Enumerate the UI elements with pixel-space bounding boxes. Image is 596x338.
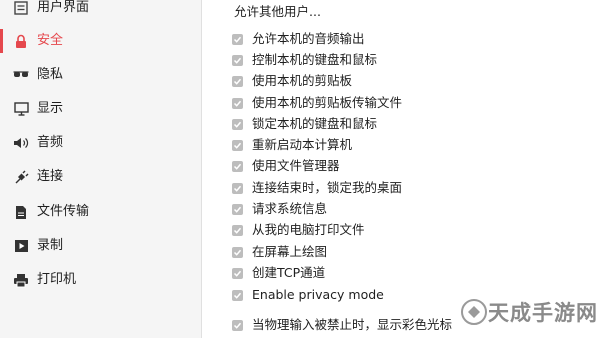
printer-icon <box>13 272 29 288</box>
permission-label: 创建TCP通道 <box>252 265 326 280</box>
sidebar-item-recording[interactable]: 录制 <box>0 231 201 261</box>
permission-label: 允许本机的音频输出 <box>252 31 365 46</box>
sidebar-item-label: 连接 <box>37 169 64 184</box>
sidebar-item-printer[interactable]: 打印机 <box>0 265 201 295</box>
sidebar: 用户界面 安全 隐私 显示 音频 连接 文件传输 录制 打印机 <box>0 0 202 338</box>
checkbox-checked-icon[interactable] <box>232 97 243 109</box>
monitor-icon <box>13 101 29 117</box>
glasses-icon <box>13 67 29 83</box>
sidebar-item-file-transfer[interactable]: 文件传输 <box>0 197 201 227</box>
sidebar-item-privacy[interactable]: 隐私 <box>0 60 201 90</box>
permission-checkbox[interactable]: 锁定本机的键盘和鼠标 <box>232 114 532 134</box>
checkbox-checked-icon[interactable] <box>232 54 243 66</box>
sidebar-item-label: 音频 <box>37 135 64 150</box>
permission-checkbox[interactable]: 从我的电脑打印文件 <box>232 220 532 240</box>
permission-checkbox[interactable]: 连接结束时，锁定我的桌面 <box>232 178 532 198</box>
sidebar-item-label: 打印机 <box>37 272 77 287</box>
permission-label: 锁定本机的键盘和鼠标 <box>252 116 378 131</box>
list-icon <box>13 0 29 16</box>
sidebar-item-connection[interactable]: 连接 <box>0 162 201 192</box>
permission-checkbox[interactable]: 在屏幕上绘图 <box>232 242 532 262</box>
speaker-icon <box>13 135 29 151</box>
watermark-text: 天成手游网 <box>488 301 596 325</box>
permission-checkbox[interactable]: 允许本机的音频输出 <box>232 29 532 49</box>
file-icon <box>13 204 29 220</box>
permission-checkbox[interactable]: 重新启动本计算机 <box>232 135 532 155</box>
checkbox-checked-icon[interactable] <box>232 319 243 331</box>
permission-checkbox[interactable]: 使用文件管理器 <box>232 156 532 176</box>
checkbox-checked-icon[interactable] <box>232 224 243 236</box>
checkbox-checked-icon[interactable] <box>232 75 243 87</box>
sidebar-item-label: 录制 <box>37 238 64 253</box>
checkbox-checked-icon[interactable] <box>232 203 243 215</box>
permission-checkbox[interactable]: 使用本机的剪贴板传输文件 <box>232 93 532 113</box>
permission-label: 从我的电脑打印文件 <box>252 222 365 237</box>
sidebar-item-user-interface[interactable]: 用户界面 <box>0 0 201 23</box>
watermark: 天成手游网 <box>458 288 596 338</box>
permission-checkbox[interactable]: 使用本机的剪贴板 <box>232 71 532 91</box>
checkbox-checked-icon[interactable] <box>232 246 243 258</box>
section-title: 允许其他用户... <box>234 4 321 19</box>
permission-label: 在屏幕上绘图 <box>252 244 328 259</box>
plug-icon <box>13 169 29 185</box>
sidebar-item-label: 安全 <box>37 33 64 48</box>
permission-label: 使用本机的剪贴板 <box>252 73 353 88</box>
permission-label: 使用本机的剪贴板传输文件 <box>252 95 403 110</box>
permission-label: 请求系统信息 <box>252 201 328 216</box>
sidebar-item-audio[interactable]: 音频 <box>0 128 201 158</box>
permission-label: 控制本机的键盘和鼠标 <box>252 52 378 67</box>
sidebar-item-label: 显示 <box>37 101 64 116</box>
sidebar-item-label: 隐私 <box>37 67 64 82</box>
sidebar-item-security[interactable]: 安全 <box>0 26 201 56</box>
permission-checkbox[interactable]: 请求系统信息 <box>232 199 532 219</box>
sidebar-item-label: 文件传输 <box>37 204 90 219</box>
lock-icon <box>13 33 29 49</box>
active-indicator <box>0 29 3 53</box>
permission-label: 重新启动本计算机 <box>252 137 353 152</box>
watermark-logo-icon <box>460 298 488 330</box>
checkbox-checked-icon[interactable] <box>232 33 243 45</box>
permission-label: 使用文件管理器 <box>252 158 340 173</box>
permission-label: Enable privacy mode <box>252 287 384 302</box>
checkbox-checked-icon[interactable] <box>232 160 243 172</box>
sidebar-item-display[interactable]: 显示 <box>0 94 201 124</box>
sidebar-item-label: 用户界面 <box>37 0 90 15</box>
permission-label: 当物理输入被禁止时，显示彩色光标 <box>252 317 453 332</box>
checkbox-checked-icon[interactable] <box>232 139 243 151</box>
permission-checkbox[interactable]: 控制本机的键盘和鼠标 <box>232 50 532 70</box>
checkbox-checked-icon[interactable] <box>232 267 243 279</box>
permission-label: 连接结束时，锁定我的桌面 <box>252 180 403 195</box>
checkbox-checked-icon[interactable] <box>232 182 243 194</box>
record-icon <box>13 238 29 254</box>
checkbox-checked-icon[interactable] <box>232 289 243 301</box>
permission-checkbox[interactable]: 创建TCP通道 <box>232 263 532 283</box>
checkbox-checked-icon[interactable] <box>232 118 243 130</box>
